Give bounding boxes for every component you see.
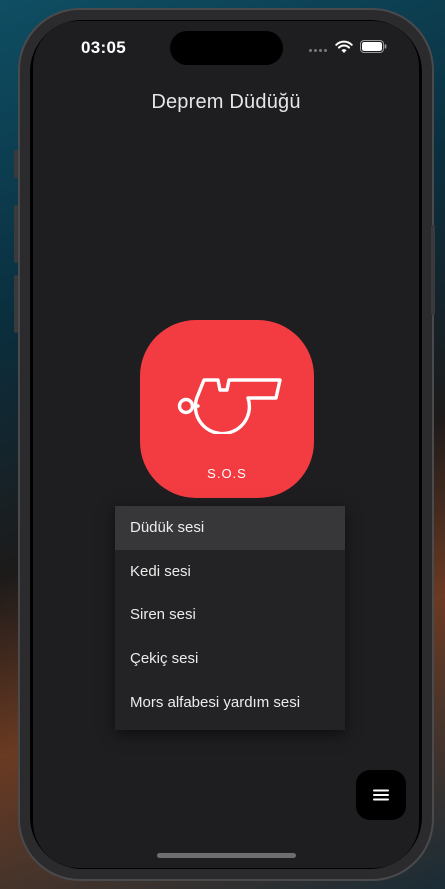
menu-item-label: Kedi sesi — [130, 562, 191, 580]
battery-icon — [360, 40, 387, 53]
status-bar: 03:05 — [33, 21, 419, 75]
menu-item-label: Düdük sesi — [130, 519, 205, 537]
app-title: Deprem Düdüğü — [151, 91, 301, 113]
mute-switch — [14, 150, 18, 178]
sos-button[interactable]: S.O.S — [140, 320, 314, 498]
menu-item-hammer-sound[interactable]: Çekiç sesi — [115, 637, 345, 681]
cellular-signal-icon — [309, 49, 327, 52]
wifi-icon — [335, 40, 353, 53]
menu-fab-button[interactable] — [356, 770, 406, 820]
volume-down-button — [14, 275, 18, 333]
dynamic-island — [170, 31, 283, 65]
menu-item-siren-sound[interactable]: Siren sesi — [115, 593, 345, 637]
menu-item-cat-sound[interactable]: Kedi sesi — [115, 550, 345, 594]
sos-label: S.O.S — [207, 466, 247, 481]
menu-item-label: Siren sesi — [130, 606, 196, 624]
whistle-icon — [177, 378, 282, 434]
sound-selection-menu: Düdük sesi Kedi sesi Siren sesi Çekiç se… — [115, 506, 345, 730]
status-time: 03:05 — [81, 38, 126, 57]
home-indicator[interactable] — [157, 853, 296, 858]
menu-item-label: Çekiç sesi — [130, 650, 199, 668]
app-screen: 03:05 Deprem Düdüğü S.O.S Düdük sesi Ked… — [33, 21, 419, 868]
volume-up-button — [14, 205, 18, 263]
menu-icon — [373, 789, 389, 801]
power-button — [431, 225, 435, 315]
menu-item-label: Mors alfabesi yardım sesi — [130, 693, 301, 711]
menu-item-whistle-sound[interactable]: Düdük sesi — [115, 506, 345, 550]
menu-item-morse-help-sound[interactable]: Mors alfabesi yardım sesi — [115, 680, 345, 724]
